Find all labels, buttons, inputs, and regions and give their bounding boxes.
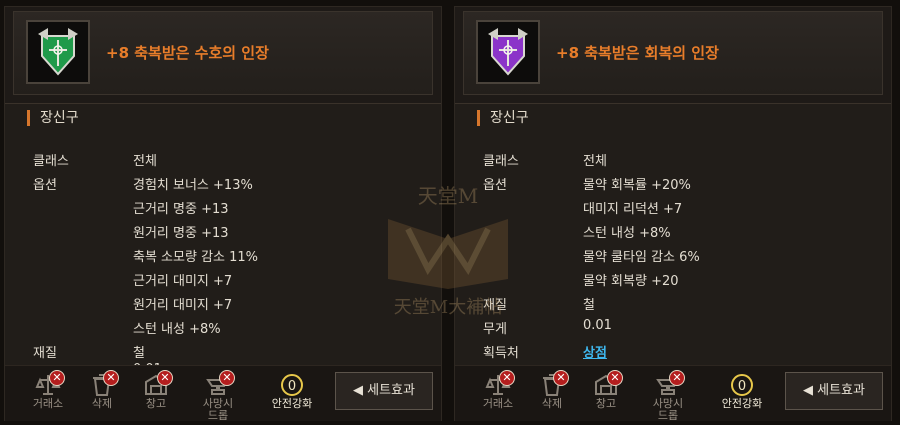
delete-button[interactable]: ✕ 삭제 <box>527 370 577 416</box>
item-tooltip-right: +8 축복받은 회복의 인장 장신구 클래스 전체 옵션 물약 회복률 +20%… <box>454 6 892 422</box>
market-button[interactable]: ✕ 거래소 <box>473 370 523 416</box>
item-name: +8 축복받은 회복의 인장 <box>556 44 719 62</box>
option-label: 옵션 <box>33 178 57 193</box>
safe-enchant-icon: 0 <box>731 374 753 396</box>
item-tooltip-left: +8 축복받은 수호의 인장 장신구 클래스 전체 옵션 경험치 보너스 +13… <box>4 6 442 422</box>
set-effect-button[interactable]: ◀ 세트효과 <box>785 372 883 410</box>
option-value: 축복 소모량 감소 11% <box>133 250 259 265</box>
option-value: 물약 회복량 +20 <box>583 274 679 289</box>
triangle-left-icon: ◀ <box>803 383 813 398</box>
safe-enchant-label: 안전강화 <box>271 397 313 410</box>
warehouse-label: 창고 <box>145 397 167 410</box>
triangle-left-icon: ◀ <box>353 383 363 398</box>
option-value: 물약 쿨타임 감소 6% <box>583 250 700 265</box>
option-value: 스턴 내성 +8% <box>133 322 221 337</box>
item-details: 장신구 클래스 전체 옵션 물약 회복률 +20% 대미지 리덕션 +7 스턴 … <box>455 103 891 366</box>
market-button[interactable]: ✕ 거래소 <box>23 370 73 416</box>
shield-seal-icon <box>28 22 88 82</box>
option-value: 근거리 대미지 +7 <box>133 274 233 289</box>
item-details: 장신구 클래스 전체 옵션 경험치 보너스 +13% 근거리 명중 +13 원거… <box>5 103 441 368</box>
item-header: +8 축복받은 수호의 인장 <box>13 11 433 95</box>
option-value: 경험치 보너스 +13% <box>133 178 253 193</box>
source-label: 획득처 <box>483 346 519 361</box>
delete-label: 삭제 <box>91 397 113 410</box>
set-effect-label: 세트효과 <box>817 383 865 398</box>
option-value: 스턴 내성 +8% <box>583 226 671 241</box>
disabled-badge-icon: ✕ <box>49 370 65 386</box>
warehouse-button[interactable]: ✕ 창고 <box>581 370 631 416</box>
action-bar: ✕ 거래소 ✕ 삭제 ✕ 창고 ✕ 사망시 드롭 0 안전강화 ◀ 세트효과 <box>5 365 441 422</box>
warehouse-button[interactable]: ✕ 창고 <box>131 370 181 416</box>
item-header: +8 축복받은 회복의 인장 <box>463 11 883 95</box>
weight-label: 무게 <box>483 322 507 337</box>
item-name: +8 축복받은 수호의 인장 <box>106 44 269 62</box>
market-label: 거래소 <box>32 397 64 410</box>
option-value: 원거리 명중 +13 <box>133 226 229 241</box>
disabled-badge-icon: ✕ <box>499 370 515 386</box>
set-effect-button[interactable]: ◀ 세트효과 <box>335 372 433 410</box>
disabled-badge-icon: ✕ <box>219 370 235 386</box>
shield-seal-icon <box>478 22 538 82</box>
source-shop-link[interactable]: 상점 <box>583 342 607 361</box>
safe-enchant-button[interactable]: 0 안전강화 <box>263 372 321 416</box>
material-value: 철 <box>583 298 595 313</box>
disabled-badge-icon: ✕ <box>553 370 569 386</box>
option-value: 원거리 대미지 +7 <box>133 298 233 313</box>
death-drop-label: 드롭 <box>657 409 679 422</box>
death-drop-label: 드롭 <box>207 409 229 422</box>
set-effect-label: 세트효과 <box>367 383 415 398</box>
disabled-badge-icon: ✕ <box>669 370 685 386</box>
section-title: 장신구 <box>27 110 79 126</box>
material-value: 철 <box>133 346 145 361</box>
class-value: 전체 <box>133 154 157 169</box>
death-drop-button[interactable]: ✕ 사망시 드롭 <box>643 370 693 422</box>
delete-label: 삭제 <box>541 397 563 410</box>
safe-enchant-label: 안전강화 <box>721 397 763 410</box>
material-label: 재질 <box>33 346 57 361</box>
disabled-badge-icon: ✕ <box>157 370 173 386</box>
weight-value: 0.01 <box>583 318 612 333</box>
svg-text:0: 0 <box>288 379 296 394</box>
item-icon <box>26 20 90 84</box>
class-value: 전체 <box>583 154 607 169</box>
disabled-badge-icon: ✕ <box>103 370 119 386</box>
item-icon <box>476 20 540 84</box>
delete-button[interactable]: ✕ 삭제 <box>77 370 127 416</box>
option-value: 대미지 리덕션 +7 <box>583 202 683 217</box>
option-label: 옵션 <box>483 178 507 193</box>
action-bar: ✕ 거래소 ✕ 삭제 ✕ 창고 ✕ 사망시 드롭 0 안전강화 ◀ 세트효과 <box>455 365 891 422</box>
svg-text:0: 0 <box>738 379 746 394</box>
death-drop-button[interactable]: ✕ 사망시 드롭 <box>193 370 243 422</box>
section-title: 장신구 <box>477 110 529 126</box>
market-label: 거래소 <box>482 397 514 410</box>
safe-enchant-icon: 0 <box>281 374 303 396</box>
safe-enchant-button[interactable]: 0 안전강화 <box>713 372 771 416</box>
warehouse-label: 창고 <box>595 397 617 410</box>
material-label: 재질 <box>483 298 507 313</box>
class-label: 클래스 <box>33 154 69 169</box>
class-label: 클래스 <box>483 154 519 169</box>
option-value: 물약 회복률 +20% <box>583 178 691 193</box>
disabled-badge-icon: ✕ <box>607 370 623 386</box>
option-value: 근거리 명중 +13 <box>133 202 229 217</box>
